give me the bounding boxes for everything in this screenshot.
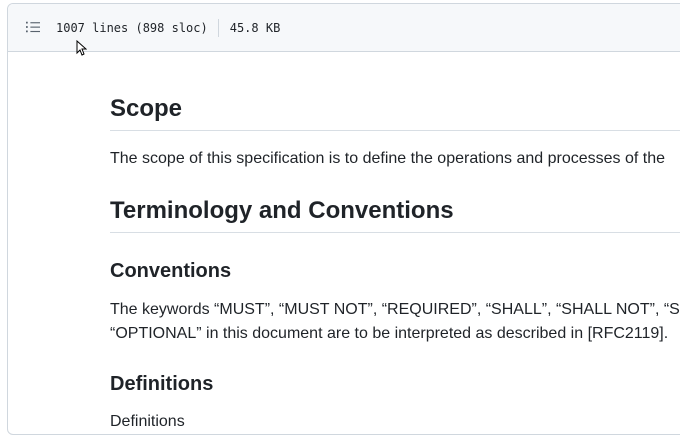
list-unordered-icon	[26, 21, 40, 33]
line-count: 1007 lines (898 sloc)	[56, 21, 208, 35]
conventions-paragraph-line-1: The keywords “MUST”, “MUST NOT”, “REQUIR…	[110, 301, 680, 318]
mouse-pointer-icon	[76, 40, 87, 56]
file-viewer: 1007 lines (898 sloc) 45.8 KB Scope The …	[7, 3, 680, 435]
file-size: 45.8 KB	[229, 21, 281, 35]
conventions-paragraph-line-2: “OPTIONAL” in this document are to be in…	[110, 325, 669, 342]
definitions-paragraph: Definitions	[110, 413, 185, 430]
heading-scope: Scope	[110, 95, 183, 122]
heading-rule	[110, 232, 680, 233]
heading-terminology: Terminology and Conventions	[110, 197, 454, 224]
file-info: 1007 lines (898 sloc) 45.8 KB	[56, 19, 280, 37]
heading-definitions: Definitions	[110, 373, 214, 395]
divider	[217, 19, 219, 37]
outline-button[interactable]	[21, 16, 45, 38]
heading-conventions: Conventions	[110, 260, 232, 282]
heading-rule	[110, 130, 680, 131]
scope-paragraph: The scope of this specification is to de…	[110, 150, 665, 167]
file-header: 1007 lines (898 sloc) 45.8 KB	[8, 4, 680, 52]
